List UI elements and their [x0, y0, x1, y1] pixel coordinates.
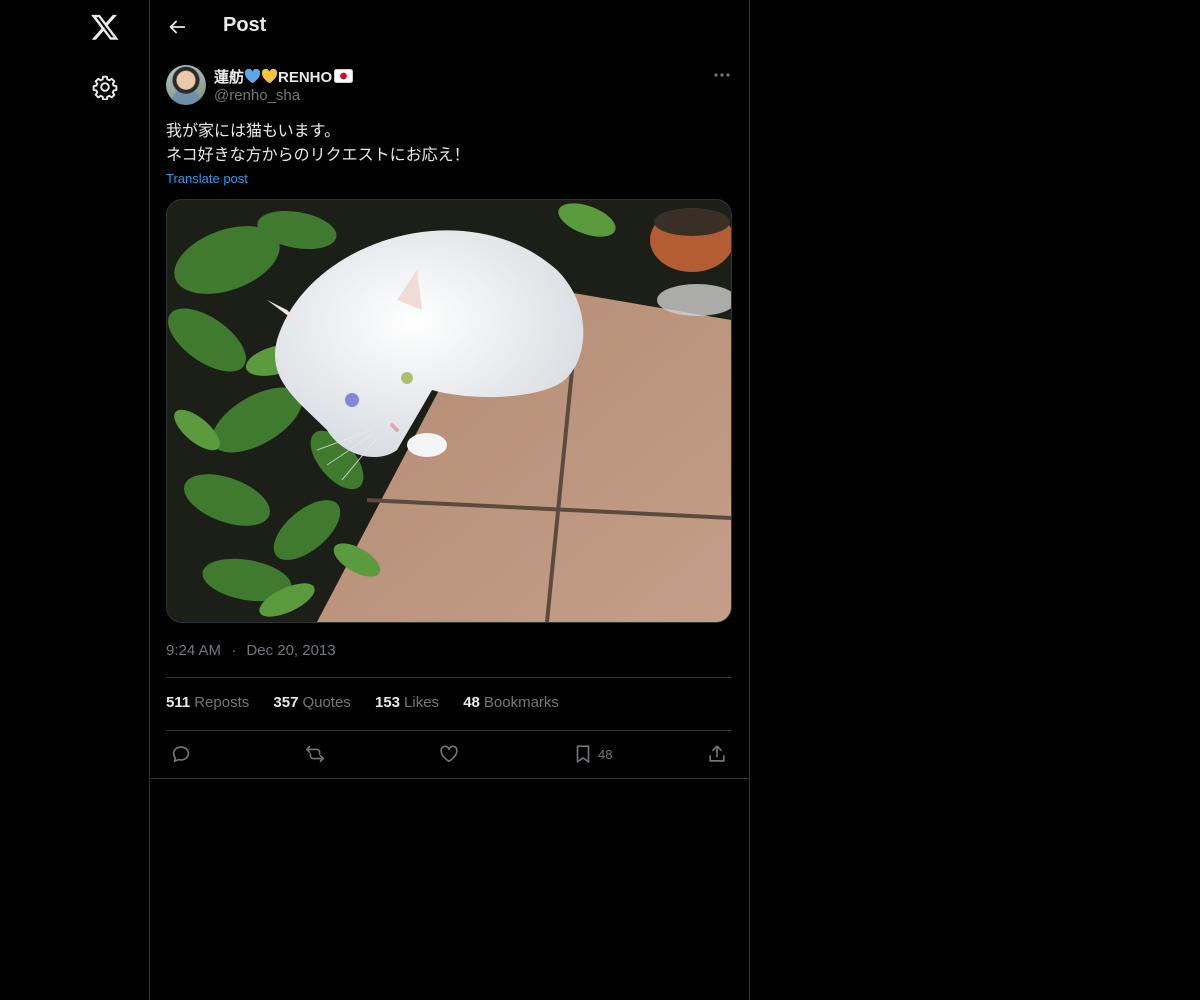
post-timestamp[interactable]: 9:24 AM · Dec 20, 2013: [166, 642, 336, 659]
share-icon: [709, 745, 725, 762]
heart-icon: [440, 745, 458, 763]
likes-count: 153: [374, 694, 401, 711]
post-actions: 48: [166, 740, 732, 770]
yellow-heart-icon: [261, 68, 278, 84]
divider: [150, 778, 749, 779]
bookmarks-count: 48: [463, 694, 480, 711]
post-stats: 511 Reposts 357 Quotes 153 Likes 48 Bookmark…: [166, 694, 579, 711]
post-time: 9:24 AM: [166, 642, 222, 659]
bookmarks-stat[interactable]: 48 Bookmarks: [463, 694, 559, 711]
left-navigation: [0, 0, 149, 1000]
japan-flag-icon: [334, 69, 354, 83]
arrow-left-icon[interactable]: [166, 16, 188, 38]
author-name-suffix: RENHO: [278, 69, 333, 86]
x-logo-icon[interactable]: [90, 12, 120, 42]
post-column: Post 蓮舫 RENHO @renho_sha 我が家には猫もいます。 ネコ好き…: [149, 0, 750, 1000]
likes-stat[interactable]: 153 Likes: [375, 694, 439, 711]
meta-separator: ·: [231, 642, 237, 659]
like-button[interactable]: [438, 742, 460, 766]
repost-icon: [305, 745, 325, 763]
divider: [166, 730, 732, 731]
quotes-label: Quotes: [302, 694, 351, 711]
bookmark-button[interactable]: 48: [572, 742, 612, 766]
blue-heart-icon: [244, 68, 261, 84]
page-header: Post: [150, 0, 749, 54]
translate-post-link[interactable]: Translate post: [166, 171, 248, 186]
post-text-line: 我が家には猫もいます。: [166, 123, 341, 140]
bookmark-icon: [576, 745, 590, 763]
likes-label: Likes: [404, 694, 440, 711]
reposts-count: 511: [166, 694, 191, 711]
author-handle[interactable]: @renho_sha: [214, 87, 300, 104]
author-name[interactable]: 蓮舫 RENHO: [214, 66, 354, 87]
reposts-stat[interactable]: 511 Reposts: [166, 694, 249, 711]
share-button[interactable]: [706, 742, 728, 766]
gear-icon[interactable]: [92, 74, 118, 100]
author-name-prefix: 蓮舫: [214, 69, 245, 86]
repost-button[interactable]: [304, 742, 326, 766]
post-text: 我が家には猫もいます。 ネコ好きな方からのリクエストにお応え！: [166, 120, 732, 168]
reply-icon: [172, 746, 190, 763]
divider: [166, 677, 732, 678]
bookmarks-label: Bookmarks: [483, 694, 559, 711]
more-options-icon[interactable]: [712, 65, 732, 85]
quotes-count: 357: [273, 694, 299, 711]
quotes-stat[interactable]: 357 Quotes: [273, 694, 350, 711]
cat-photo: [167, 200, 731, 622]
post-date: Dec 20, 2013: [246, 642, 336, 659]
reposts-label: Reposts: [194, 694, 250, 711]
bookmark-count: 48: [598, 746, 613, 762]
post-text-line: ネコ好きな方からのリクエストにお応え！: [166, 147, 470, 164]
reply-button[interactable]: [170, 742, 192, 766]
post-image[interactable]: [166, 199, 732, 623]
avatar[interactable]: [166, 65, 206, 105]
page-title: Post: [223, 14, 267, 36]
